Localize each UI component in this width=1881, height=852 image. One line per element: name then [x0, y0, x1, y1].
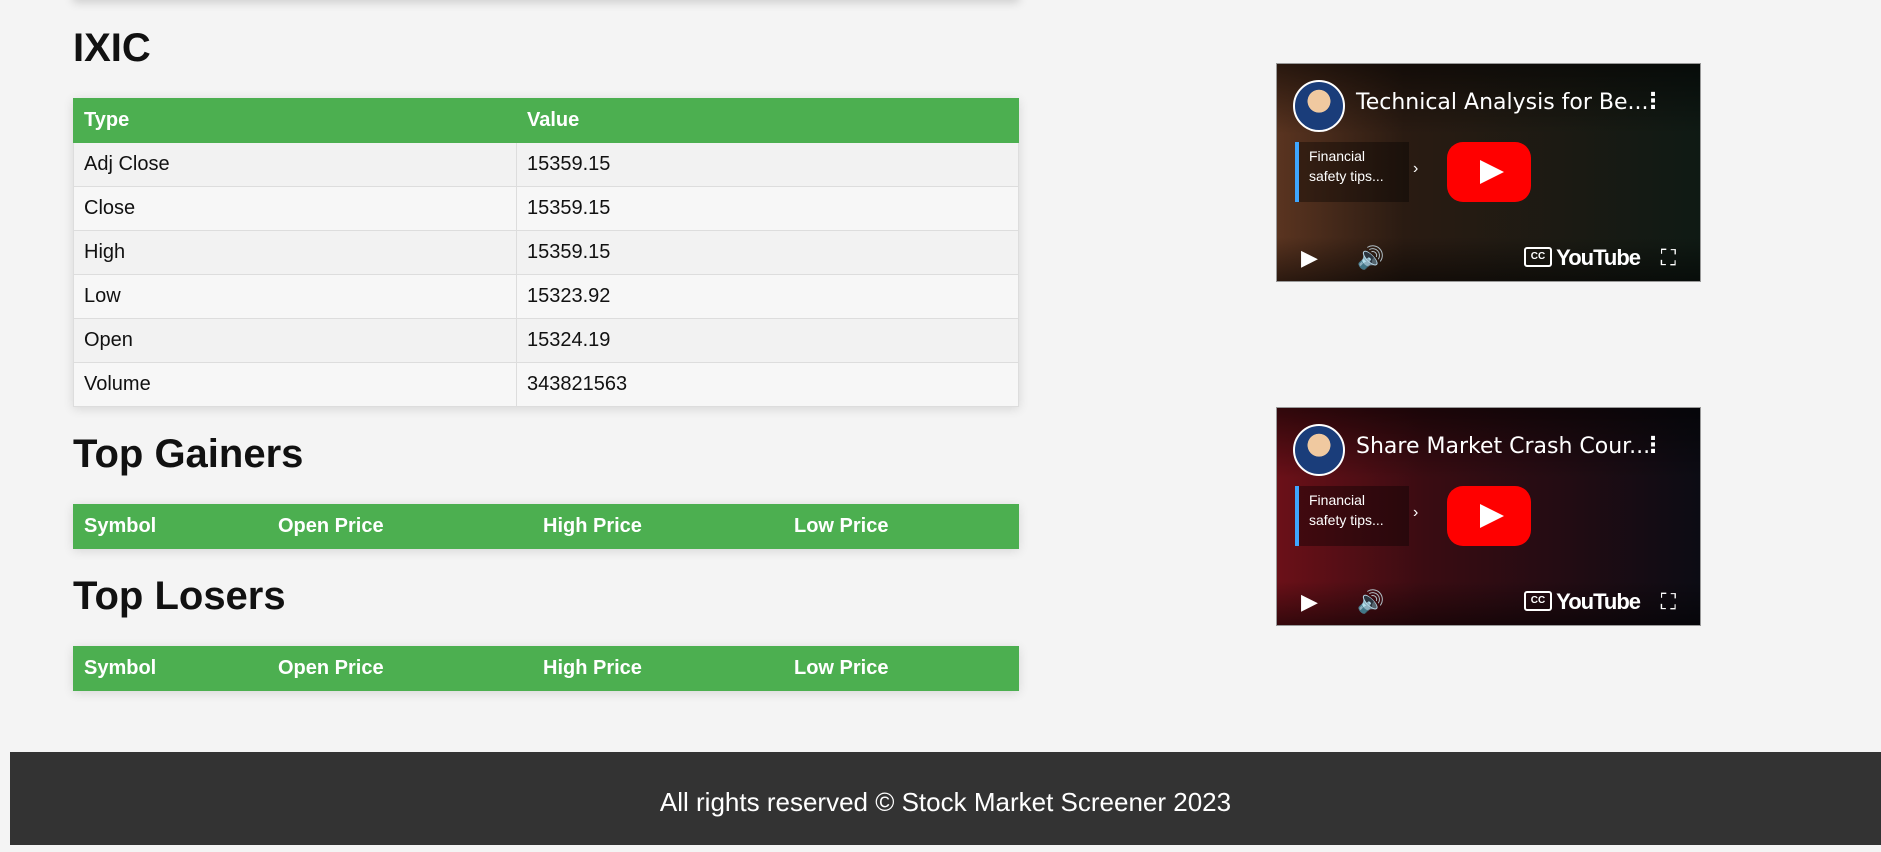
video-embed-technical-analysis[interactable]: Technical Analysis for Be... ⋮ Financial…: [1276, 63, 1701, 282]
index-header-value: Value: [516, 98, 1019, 143]
youtube-logo[interactable]: YouTube: [1556, 245, 1641, 271]
index-title: IXIC: [73, 26, 151, 70]
play-icon[interactable]: ▶: [1301, 245, 1318, 271]
index-table: Type Value Adj Close 15359.15 Close 1535…: [73, 98, 1019, 407]
losers-header-high: High Price: [532, 646, 784, 691]
volume-icon[interactable]: 🔊: [1357, 589, 1384, 615]
row-type: Close: [73, 186, 517, 231]
index-table-header-row: Type Value: [73, 98, 1019, 143]
losers-header-open: Open Price: [267, 646, 533, 691]
video-title[interactable]: Share Market Crash Cour...: [1356, 434, 1650, 459]
chevron-right-icon[interactable]: ›: [1413, 160, 1418, 178]
page-footer: All rights reserved © Stock Market Scree…: [10, 752, 1881, 845]
table-row: High 15359.15: [73, 230, 1019, 275]
row-value: 343821563: [516, 362, 1019, 407]
info-card[interactable]: Financial safety tips...: [1295, 142, 1409, 202]
footer-text: All rights reserved © Stock Market Scree…: [659, 787, 1232, 817]
captions-icon[interactable]: CC: [1524, 247, 1552, 267]
row-value: 15324.19: [516, 318, 1019, 363]
gainers-header-row: Symbol Open Price High Price Low Price: [73, 504, 1019, 549]
row-value: 15323.92: [516, 274, 1019, 319]
table-row: Close 15359.15: [73, 186, 1019, 231]
table-row: Low 15323.92: [73, 274, 1019, 319]
video-embed-crash-course[interactable]: Share Market Crash Cour... ⋮ Financial s…: [1276, 407, 1701, 626]
row-type: Low: [73, 274, 517, 319]
channel-avatar[interactable]: [1293, 80, 1345, 132]
captions-icon[interactable]: CC: [1524, 591, 1552, 611]
fullscreen-icon[interactable]: ⛶: [1661, 589, 1676, 615]
table-row: Adj Close 15359.15: [73, 142, 1019, 187]
more-options-icon[interactable]: ⋮: [1642, 88, 1664, 114]
row-value: 15359.15: [516, 230, 1019, 275]
losers-header-row: Symbol Open Price High Price Low Price: [73, 646, 1019, 691]
row-type: High: [73, 230, 517, 275]
gainers-header-low: Low Price: [783, 504, 1019, 549]
losers-header-low: Low Price: [783, 646, 1019, 691]
channel-avatar[interactable]: [1293, 424, 1345, 476]
top-gainers-table: Symbol Open Price High Price Low Price: [73, 504, 1019, 549]
gainers-header-symbol: Symbol: [73, 504, 268, 549]
index-header-type: Type: [73, 98, 517, 143]
top-losers-table: Symbol Open Price High Price Low Price: [73, 646, 1019, 691]
top-losers-title: Top Losers: [73, 574, 286, 618]
chevron-right-icon[interactable]: ›: [1413, 504, 1418, 522]
play-icon[interactable]: ▶: [1301, 589, 1318, 615]
row-value: 15359.15: [516, 142, 1019, 187]
row-type: Open: [73, 318, 517, 363]
youtube-logo[interactable]: YouTube: [1556, 589, 1641, 615]
more-options-icon[interactable]: ⋮: [1642, 432, 1664, 458]
row-type: Adj Close: [73, 142, 517, 187]
info-card[interactable]: Financial safety tips...: [1295, 486, 1409, 546]
losers-header-symbol: Symbol: [73, 646, 268, 691]
gainers-header-open: Open Price: [267, 504, 533, 549]
fullscreen-icon[interactable]: ⛶: [1661, 245, 1676, 271]
row-value: 15359.15: [516, 186, 1019, 231]
play-button[interactable]: [1447, 142, 1531, 202]
volume-icon[interactable]: 🔊: [1357, 245, 1384, 271]
row-type: Volume: [73, 362, 517, 407]
table-row: Open 15324.19: [73, 318, 1019, 363]
video-title[interactable]: Technical Analysis for Be...: [1356, 90, 1649, 115]
top-gainers-title: Top Gainers: [73, 432, 304, 476]
table-row: Volume 343821563: [73, 362, 1019, 407]
play-button[interactable]: [1447, 486, 1531, 546]
gainers-header-high: High Price: [532, 504, 784, 549]
